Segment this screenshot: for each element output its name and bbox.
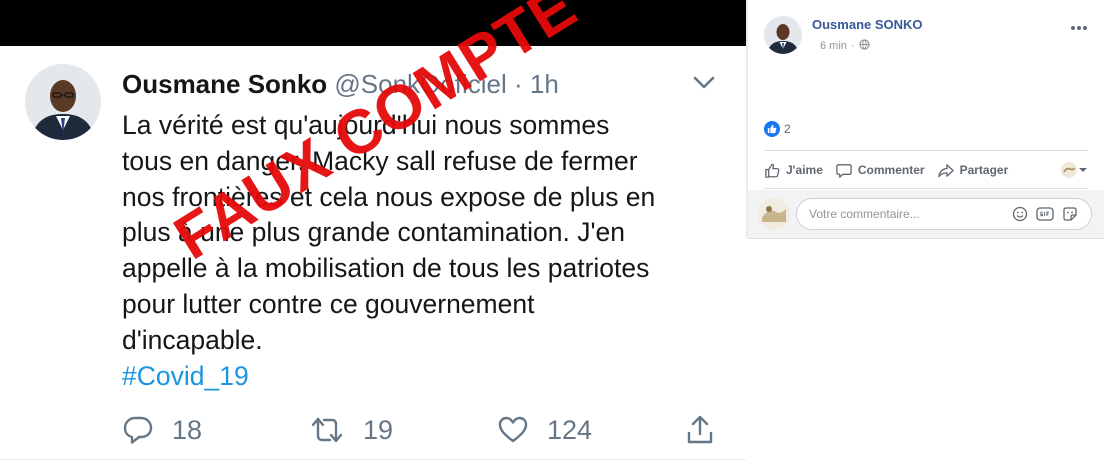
tweet-avatar[interactable] — [25, 64, 101, 140]
like-button[interactable]: 124 — [497, 408, 592, 452]
share-icon — [684, 414, 716, 446]
thumbs-up-icon — [765, 163, 780, 178]
tweet-timestamp[interactable]: 1h — [530, 69, 559, 99]
retweet-count: 19 — [363, 414, 394, 445]
retweet-button[interactable]: 19 — [309, 408, 393, 452]
share-arrow-icon — [937, 163, 954, 177]
page-avatar-icon — [1061, 162, 1077, 178]
fb-actions-divider-top — [764, 150, 1088, 151]
fb-comment-button[interactable]: Commenter — [835, 162, 925, 179]
reply-icon — [122, 414, 154, 446]
reply-count: 18 — [172, 414, 203, 445]
reply-button[interactable]: 18 — [122, 408, 202, 452]
tweet-hashtag-link[interactable]: #Covid_19 — [122, 359, 249, 395]
facebook-post-card: Ousmane SONKO 6 min · 2 J'aime Commenter… — [748, 0, 1104, 239]
tweet-actions-bar: 18 19 124 — [0, 408, 746, 452]
tweet-divider — [0, 459, 746, 460]
fb-actions-bar: J'aime Commenter Partager — [764, 156, 1088, 184]
commenter-avatar[interactable] — [758, 198, 790, 230]
chevron-down-icon[interactable] — [690, 68, 718, 96]
tweet-screenshot: Ousmane Sonko @SonkOoficiel · 1h La véri… — [0, 0, 746, 467]
fb-reactions-summary[interactable]: 2 — [764, 121, 791, 137]
comment-icon — [836, 163, 852, 178]
fb-actions-divider-bottom — [764, 188, 1088, 189]
fb-reaction-count: 2 — [784, 122, 791, 136]
like-reaction-icon — [764, 121, 780, 137]
fb-like-button[interactable]: J'aime — [764, 162, 823, 179]
heart-icon — [497, 414, 529, 446]
tweet-author-name[interactable]: Ousmane Sonko — [122, 69, 327, 99]
caret-down-icon — [1079, 168, 1087, 172]
fb-author-avatar[interactable] — [764, 16, 802, 54]
fb-meta-separator: · — [850, 40, 855, 52]
fb-share-button[interactable]: Partager — [937, 162, 1009, 179]
emoji-icon[interactable] — [1012, 206, 1028, 222]
fb-post-meta: 6 min · — [820, 39, 870, 53]
fb-comment-composer — [748, 190, 1104, 238]
globe-icon[interactable] — [858, 39, 870, 53]
fb-like-label: J'aime — [786, 163, 823, 177]
sticker-icon[interactable] — [1062, 206, 1078, 222]
fb-post-time[interactable]: 6 min — [820, 40, 847, 52]
fb-share-label: Partager — [959, 163, 1009, 177]
fb-comment-label: Commenter — [857, 163, 925, 177]
fb-audience-selector[interactable] — [1060, 161, 1088, 179]
tweet-top-bar — [0, 0, 746, 46]
retweet-icon — [309, 414, 345, 446]
comment-tools — [1012, 206, 1086, 222]
more-icon[interactable] — [1070, 18, 1088, 36]
like-count: 124 — [547, 414, 593, 445]
share-button[interactable] — [684, 408, 716, 452]
fb-author-name[interactable]: Ousmane SONKO — [812, 17, 923, 32]
gif-icon[interactable] — [1036, 206, 1054, 222]
